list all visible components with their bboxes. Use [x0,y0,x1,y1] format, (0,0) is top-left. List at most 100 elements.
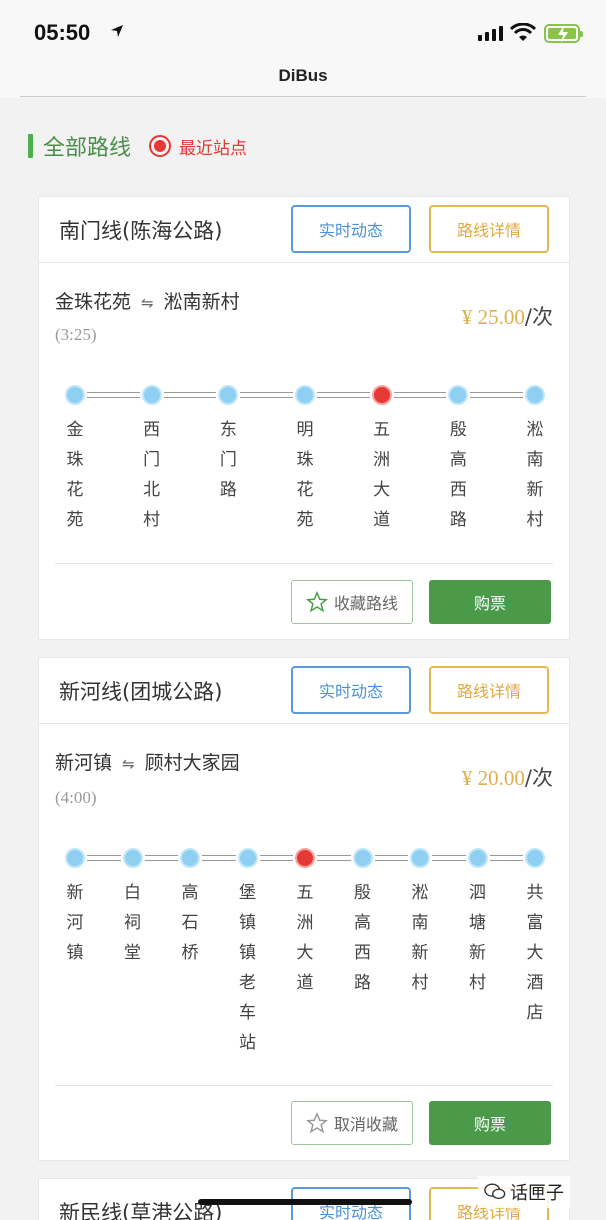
card-divider [55,563,553,564]
stop-marker [141,385,162,405]
stop-name: 白祠堂 [124,883,141,963]
stop-marker [65,848,85,868]
route-card: 南门线(陈海公路) 实时动态 路线详情 金珠花苑 ⇋ 淞南新村 (3:25) ¥ 2… [38,196,570,640]
buy-ticket-button[interactable]: 购票 [429,1101,551,1145]
stop-connector [259,853,294,863]
stop-connector [240,390,293,400]
stop-marker [218,385,239,405]
app-title: DiBus [278,66,328,85]
stop-connector [317,853,351,863]
section-accent-bar [28,134,33,158]
watermark-text: 话匣子 [510,1183,564,1204]
route-detail-button[interactable]: 路线详情 [429,205,549,253]
stop-marker [467,848,488,868]
stop-name: 明珠花苑 [296,420,314,530]
stop-connector [432,853,466,863]
price-unit: /次 [524,766,553,790]
stop-name: 东门路 [219,420,237,500]
stop-name: 五洲大道 [373,420,391,530]
stop-connector [393,390,447,400]
swap-icon: ⇋ [122,755,135,773]
route-name: 南门线(陈海公路) [59,219,223,243]
stop-name: 殷高西路 [354,883,371,993]
favorite-label: 取消收藏 [333,1115,398,1134]
stop-name: 高石桥 [181,883,199,963]
section-header: 全部路线 最近站点 [28,132,247,161]
stop-name: 泗塘新村 [469,883,486,993]
stop-marker [352,848,373,868]
stop-name: 淞南新村 [526,420,544,530]
home-indicator[interactable] [198,1199,412,1205]
wifi-icon [510,23,536,41]
price-amount: ¥ 25.00 [461,305,525,329]
status-time: 05:50 [34,20,91,45]
route-name: 新河线(团城公路) [59,680,223,704]
route-card-header: 南门线(陈海公路) 实时动态 路线详情 [39,197,569,263]
battery-icon [544,24,583,43]
nav-bar: DiBus [0,66,606,98]
route-card: 新河线(团城公路) 实时动态 路线详情 新河镇 ⇋ 顾村大家园 (4:00) ¥ 2… [38,657,570,1161]
nearby-stop-icon[interactable] [149,135,172,157]
stop-marker [237,848,258,868]
stop-name: 殷高西路 [449,420,467,530]
location-arrow-icon [111,25,123,37]
stop-connector [87,853,121,863]
stop-name: 新河镇 [66,883,84,963]
stop-marker [448,385,469,405]
live-status-button[interactable]: 实时动态 [291,205,411,253]
stop-marker [525,848,545,868]
stop-connector [470,390,523,400]
route-endpoints: 金珠花苑 ⇋ 淞南新村 [55,287,240,314]
stop-marker [525,385,545,405]
route-destination: 顾村大家园 [144,752,240,774]
favorite-route-button[interactable]: 收藏路线 [291,580,413,624]
stop-marker [180,848,200,868]
route-card-header: 新河线(团城公路) 实时动态 路线详情 [39,658,569,724]
route-price: ¥ 20.00/次 [462,762,553,792]
route-price: ¥ 25.00/次 [462,301,553,331]
unfavorite-route-button[interactable]: 取消收藏 [291,1101,413,1145]
stop-connector [489,853,524,863]
stop-connector [374,853,409,863]
stop-marker [410,848,430,868]
stop-connector [87,390,140,400]
stop-connector [317,390,370,400]
star-icon [305,1112,328,1134]
favorite-label: 收藏路线 [333,594,398,613]
stop-name: 金珠花苑 [66,420,84,530]
stop-name: 西门北村 [143,420,161,530]
stop-marker [122,848,143,868]
route-detail-button[interactable]: 路线详情 [429,666,549,714]
stop-timeline: 新河镇 白祠堂 高石桥 堡镇镇老车站 五洲大道 殷高西路 淞南新村 泗塘新村 共富大酒店 [39,848,571,1053]
stop-connector [144,853,179,863]
price-unit: /次 [524,305,553,329]
swap-icon: ⇋ [141,294,154,312]
current-stop-marker [371,385,392,405]
route-origin: 新河镇 [55,752,113,774]
stop-marker [295,385,315,405]
route-origin: 金珠花苑 [55,291,132,313]
stop-name: 淞南新村 [411,883,429,993]
stop-name: 堡镇镇老车站 [239,883,256,1053]
stop-name: 共富大酒店 [526,883,544,1023]
cellular-signal-icon [478,26,503,41]
buy-ticket-button[interactable]: 购票 [429,580,551,624]
route-destination: 淞南新村 [163,291,240,313]
route-duration: (4:00) [55,788,97,807]
stop-connector [202,853,236,863]
live-status-button[interactable]: 实时动态 [291,666,411,714]
stop-marker [65,385,85,405]
section-title: 全部路线 [43,136,132,161]
wechat-icon [484,1183,506,1200]
route-endpoints: 新河镇 ⇋ 顾村大家园 [55,748,240,775]
stop-name: 五洲大道 [296,883,314,993]
star-icon [305,591,328,613]
nav-divider [20,96,586,97]
price-amount: ¥ 20.00 [461,766,525,790]
watermark: 话匣子 [478,1176,570,1208]
status-bar: 05:50 [0,0,606,66]
nearby-stop-link[interactable]: 最近站点 [179,134,247,159]
current-stop-marker [295,848,315,868]
stop-timeline: 金珠花苑 西门北村 东门路 明珠花苑 五洲大道 殷高西路 淞南新村 [39,385,571,555]
card-divider [55,1085,553,1086]
